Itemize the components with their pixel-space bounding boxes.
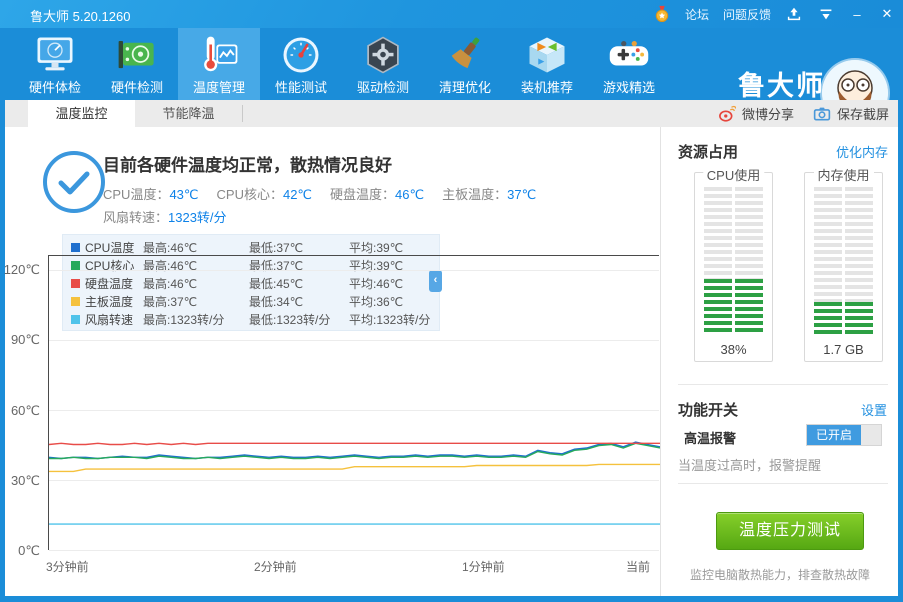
monitor-radar-icon — [34, 34, 76, 76]
cube-icon — [526, 34, 568, 76]
main-menu-icon[interactable] — [817, 5, 835, 23]
cpu-core-value: 42℃ — [283, 187, 312, 202]
nav-item-performance[interactable]: 性能测试 — [260, 28, 342, 100]
gear-hexagon-icon — [362, 34, 404, 76]
x-tick: 当前 — [626, 558, 650, 575]
memory-usage-value: 1.7 GB — [805, 342, 882, 357]
cpu-usage-value: 38% — [695, 342, 772, 357]
fan-speed-value: 1323转/分 — [168, 210, 227, 225]
x-tick: 2分钟前 — [254, 558, 297, 575]
y-tick: 30℃ — [0, 473, 40, 489]
upload-icon[interactable] — [785, 5, 803, 23]
nav-item-temperature[interactable]: 温度管理 — [178, 28, 260, 100]
nav-item-hardware-check[interactable]: 硬件体检 — [14, 28, 96, 100]
camera-icon — [813, 105, 831, 123]
thermometer-chart-icon — [198, 34, 240, 76]
y-tick: 60℃ — [0, 403, 40, 419]
optimize-memory-link[interactable]: 优化内存 — [836, 142, 888, 161]
temperature-stress-test-button[interactable]: 温度压力测试 — [716, 512, 864, 550]
tab-energy-cooling[interactable]: 节能降温 — [135, 100, 242, 127]
minimize-button[interactable]: – — [849, 7, 865, 22]
tab-separator — [242, 105, 243, 122]
resources-title: 资源占用 — [678, 141, 738, 162]
cpu-usage-meter: CPU使用 38% — [694, 172, 773, 362]
status-headline: 目前各硬件温度均正常，散热情况良好 — [103, 151, 392, 176]
chart-series-svg — [49, 256, 660, 551]
x-tick: 3分钟前 — [46, 558, 89, 575]
sidebar-section-divider — [678, 483, 888, 484]
chart-plot-area — [48, 255, 659, 550]
nav-item-games[interactable]: 游戏精选 — [588, 28, 670, 100]
status-ok-check-icon — [42, 150, 106, 214]
weibo-share-button[interactable]: 微博分享 — [718, 100, 794, 127]
legend-row: CPU温度 最高:46℃ 最低:37℃ 平均:39℃ — [69, 238, 439, 256]
gpu-card-icon — [116, 34, 158, 76]
disk-temp-value: 46℃ — [395, 187, 424, 202]
temperature-readouts: CPU温度：43℃ CPU核心：42℃ 硬盘温度：46℃ 主板温度：37℃ — [103, 184, 536, 203]
title-bar: 鲁大师 5.20.1260 论坛 问题反馈 – ✕ — [0, 0, 903, 28]
sidebar-section-divider — [678, 384, 888, 385]
speedometer-icon — [280, 34, 322, 76]
tab-bar: 温度监控 节能降温 微博分享 保存截屏 — [5, 100, 898, 127]
y-tick: 0℃ — [0, 543, 40, 559]
save-screenshot-button[interactable]: 保存截屏 — [813, 100, 889, 127]
brand-logo-text: 鲁大师 — [738, 64, 825, 103]
switches-title: 功能开关 — [678, 399, 738, 420]
medal-icon[interactable] — [653, 5, 671, 23]
forum-link[interactable]: 论坛 — [685, 6, 709, 23]
nav-item-driver[interactable]: 驱动检测 — [342, 28, 424, 100]
cpu-meter-label: CPU使用 — [703, 165, 764, 184]
memory-meter-track — [814, 187, 873, 335]
memory-meter-label: 内存使用 — [813, 165, 873, 184]
board-temp-value: 37℃ — [507, 187, 536, 202]
app-title: 鲁大师 5.20.1260 — [30, 6, 130, 25]
nav-item-cleanup[interactable]: 清理优化 — [424, 28, 506, 100]
y-tick: 120℃ — [0, 262, 40, 278]
stress-test-description: 监控电脑散热能力，排查散热故障 — [666, 566, 894, 583]
nav-item-build-recommend[interactable]: 装机推荐 — [506, 28, 588, 100]
tab-temperature-monitor[interactable]: 温度监控 — [28, 100, 135, 127]
weibo-icon — [718, 105, 736, 123]
settings-link[interactable]: 设置 — [861, 400, 887, 419]
gamepad-icon — [608, 34, 650, 76]
cpu-meter-track — [704, 187, 763, 335]
high-temp-alarm-toggle[interactable]: 已开启 — [806, 424, 882, 446]
brush-icon — [444, 34, 486, 76]
memory-usage-meter: 内存使用 1.7 GB — [804, 172, 883, 362]
legend-swatch — [71, 243, 80, 252]
high-temp-alarm-label: 高温报警 — [684, 428, 736, 447]
toggle-state-label: 已开启 — [807, 425, 861, 445]
cpu-temp-value: 43℃ — [169, 187, 198, 202]
sidebar-divider — [660, 127, 661, 596]
close-button[interactable]: ✕ — [879, 6, 895, 22]
main-nav: 硬件体检 硬件检测 温度管理 — [0, 28, 903, 100]
nav-item-hardware-test[interactable]: 硬件检测 — [96, 28, 178, 100]
x-tick: 1分钟前 — [462, 558, 505, 575]
temperature-chart: 120℃ 90℃ 60℃ 30℃ 0℃ 3分钟前 2分钟前 1分钟前 当前 — [0, 255, 660, 585]
y-tick: 90℃ — [0, 332, 40, 348]
fan-speed-readout: 风扇转速：1323转/分 — [103, 207, 227, 226]
alarm-description: 当温度过高时，报警提醒 — [678, 455, 821, 474]
feedback-link[interactable]: 问题反馈 — [723, 6, 771, 23]
